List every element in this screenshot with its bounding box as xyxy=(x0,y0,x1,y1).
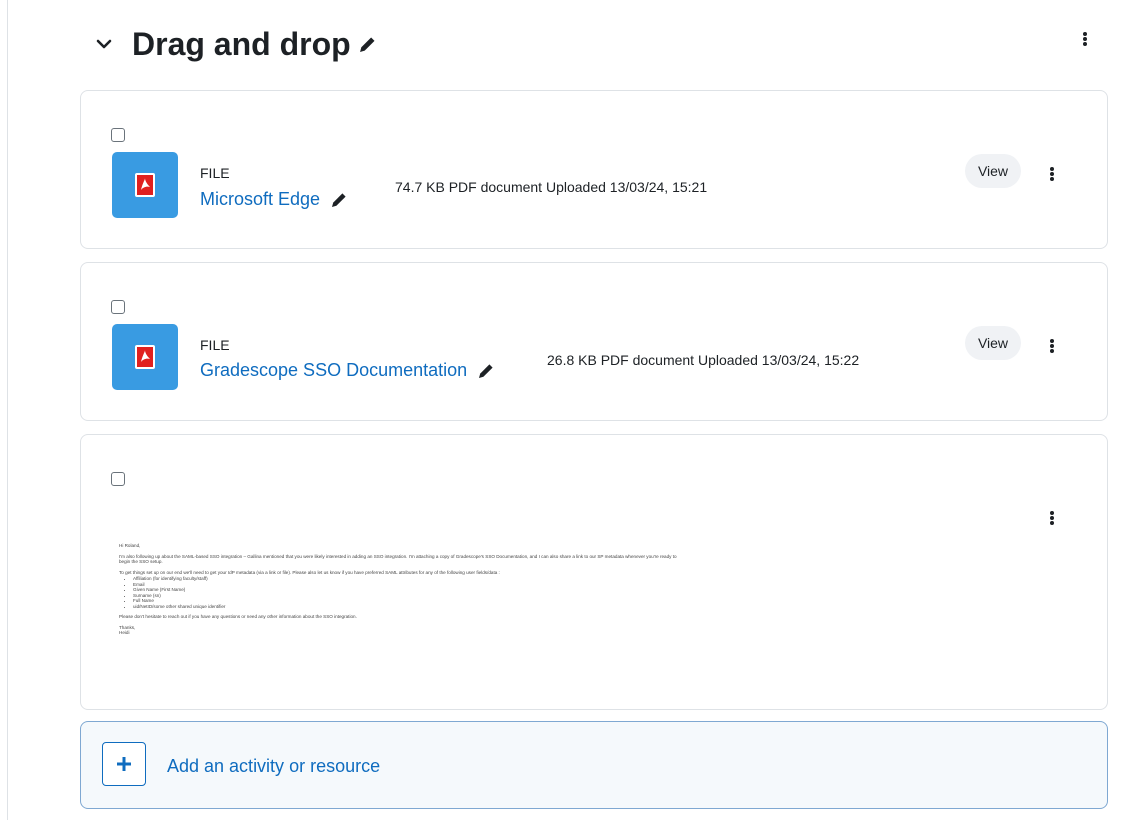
activity-name-link[interactable]: Microsoft Edge xyxy=(200,189,320,210)
region-divider xyxy=(7,0,8,820)
activity-menu-kebab-icon[interactable] xyxy=(1047,339,1057,353)
section-title: Drag and drop xyxy=(132,25,351,62)
pencil-icon[interactable] xyxy=(331,192,347,208)
file-details: 74.7 KB PDF document Uploaded 13/03/24, … xyxy=(395,179,708,195)
plus-icon[interactable] xyxy=(102,742,146,786)
activity-name-link[interactable]: Gradescope SSO Documentation xyxy=(200,360,467,381)
activity-card-file: FILE Gradescope SSO Documentation 26.8 K… xyxy=(80,262,1108,421)
pencil-icon[interactable] xyxy=(478,363,494,379)
section-menu-kebab-icon[interactable] xyxy=(1080,32,1090,46)
add-activity-button[interactable]: Add an activity or resource xyxy=(80,721,1108,809)
email-signature: Heidi xyxy=(119,630,130,635)
section-header: Drag and drop xyxy=(94,22,376,66)
activity-type-label: FILE xyxy=(200,165,230,181)
activity-card-file: FILE Microsoft Edge 74.7 KB PDF document… xyxy=(80,90,1108,249)
pencil-icon[interactable] xyxy=(359,36,376,53)
attribute-list: Affiliation (for identifying faculty/sta… xyxy=(133,576,679,609)
select-checkbox[interactable] xyxy=(111,300,125,314)
text-content: Hi Roland, I'm also following up about t… xyxy=(119,543,679,636)
pdf-file-icon[interactable] xyxy=(112,152,178,218)
select-checkbox[interactable] xyxy=(111,128,125,142)
list-item: uid/NetID/some other shared unique ident… xyxy=(133,604,679,610)
email-greeting: Hi Roland, xyxy=(119,543,141,548)
email-paragraph: Please don't hesitate to reach out if yo… xyxy=(119,614,357,619)
file-details: 26.8 KB PDF document Uploaded 13/03/24, … xyxy=(547,352,860,368)
email-paragraph: I'm also following up about the SAML-bas… xyxy=(119,553,677,565)
activity-menu-kebab-icon[interactable] xyxy=(1047,167,1057,181)
view-button[interactable]: View xyxy=(965,154,1021,188)
activity-name-row: Microsoft Edge xyxy=(200,189,347,210)
select-checkbox[interactable] xyxy=(111,472,125,486)
view-button[interactable]: View xyxy=(965,326,1021,360)
chevron-down-icon[interactable] xyxy=(94,34,114,54)
email-paragraph: To get things set up on our end we'll ne… xyxy=(119,569,500,575)
pdf-file-icon[interactable] xyxy=(112,324,178,390)
activity-type-label: FILE xyxy=(200,337,230,353)
activity-menu-kebab-icon[interactable] xyxy=(1047,511,1057,525)
activity-card-text: Hi Roland, I'm also following up about t… xyxy=(80,434,1108,710)
activity-name-row: Gradescope SSO Documentation xyxy=(200,360,494,381)
add-activity-label[interactable]: Add an activity or resource xyxy=(167,756,380,777)
